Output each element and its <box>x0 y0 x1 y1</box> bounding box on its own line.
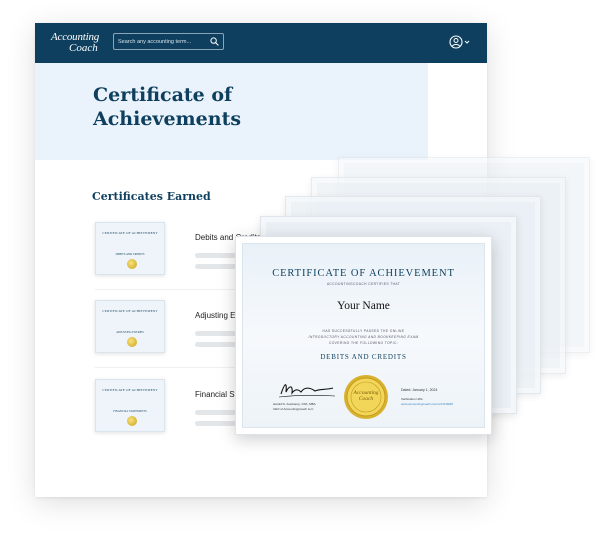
seal-icon <box>127 337 137 347</box>
search-input[interactable] <box>118 35 210 48</box>
site-header: Accounting Coach <box>35 23 487 63</box>
signature-icon <box>278 384 336 398</box>
seal-line-2: Coach <box>358 396 374 402</box>
thumbnail-title: CERTIFICATE OF ACHIEVEMENT <box>102 231 158 235</box>
verification-link[interactable]: www.accountingcoach.com/v/A7F2E58 <box>401 402 453 406</box>
seal-icon <box>127 259 137 269</box>
section-title: Certificates Earned <box>92 190 211 203</box>
thumbnail-title: CERTIFICATE OF ACHIEVEMENT <box>102 388 158 392</box>
certificate-thumbnail[interactable]: CERTIFICATE OF ACHIEVEMENT ADJUSTING ENT… <box>95 300 165 353</box>
verification-label: Verification URL: <box>401 397 424 401</box>
user-icon <box>449 35 463 49</box>
page-title: Certificate of Achievements <box>93 84 242 130</box>
search-box <box>113 33 224 50</box>
certificate-thumbnail[interactable]: CERTIFICATE OF ACHIEVEMENT FINANCIAL STA… <box>95 379 165 432</box>
certificate-body: CERTIFICATE OF ACHIEVEMENT ACCOUNTINGCOA… <box>242 243 485 428</box>
seal-icon <box>127 416 137 426</box>
certificate-date: Dated: January 1, 2024 <box>401 388 438 392</box>
passed-text-3: COVERING THE FOLLOWING TOPIC: <box>328 341 399 345</box>
passed-text-1: HAS SUCCESSFULLY PASSED THE ONLINE <box>322 329 405 333</box>
recipient-name: Your Name <box>337 300 390 312</box>
account-menu[interactable] <box>449 34 470 50</box>
passed-text-2: INTRODUCTORY ACCOUNTING AND BOOKKEEPING … <box>308 335 419 339</box>
thumbnail-topic: DEBITS AND CREDITS <box>115 253 145 256</box>
search-icon[interactable] <box>210 37 219 46</box>
hero-banner: Certificate of Achievements <box>35 63 428 160</box>
certificate-preview: CERTIFICATE OF ACHIEVEMENT ACCOUNTINGCOA… <box>235 236 492 435</box>
thumbnail-topic: FINANCIAL STATEMENTS <box>113 410 147 413</box>
certifies-text: ACCOUNTINGCOACH CERTIFIES THAT <box>326 282 401 286</box>
thumbnail-topic: ADJUSTING ENTRIES <box>116 331 144 334</box>
accountingcoach-logo[interactable]: Accounting Coach <box>51 32 99 54</box>
chevron-down-icon <box>464 40 470 44</box>
thumbnail-title: CERTIFICATE OF ACHIEVEMENT <box>102 309 158 313</box>
certificate-thumbnail[interactable]: CERTIFICATE OF ACHIEVEMENT DEBITS AND CR… <box>95 222 165 275</box>
signer-role: CEO of AccountingCoach LLC <box>273 407 314 411</box>
logo-line-2: Coach <box>69 42 98 54</box>
certificate-topic: DEBITS AND CREDITS <box>320 353 407 361</box>
certificate-title: CERTIFICATE OF ACHIEVEMENT <box>272 268 455 279</box>
signer-name: Harold D. Averkamp, CPA, MBA <box>273 402 316 406</box>
gold-seal-icon: Accounting Coach <box>343 374 389 420</box>
